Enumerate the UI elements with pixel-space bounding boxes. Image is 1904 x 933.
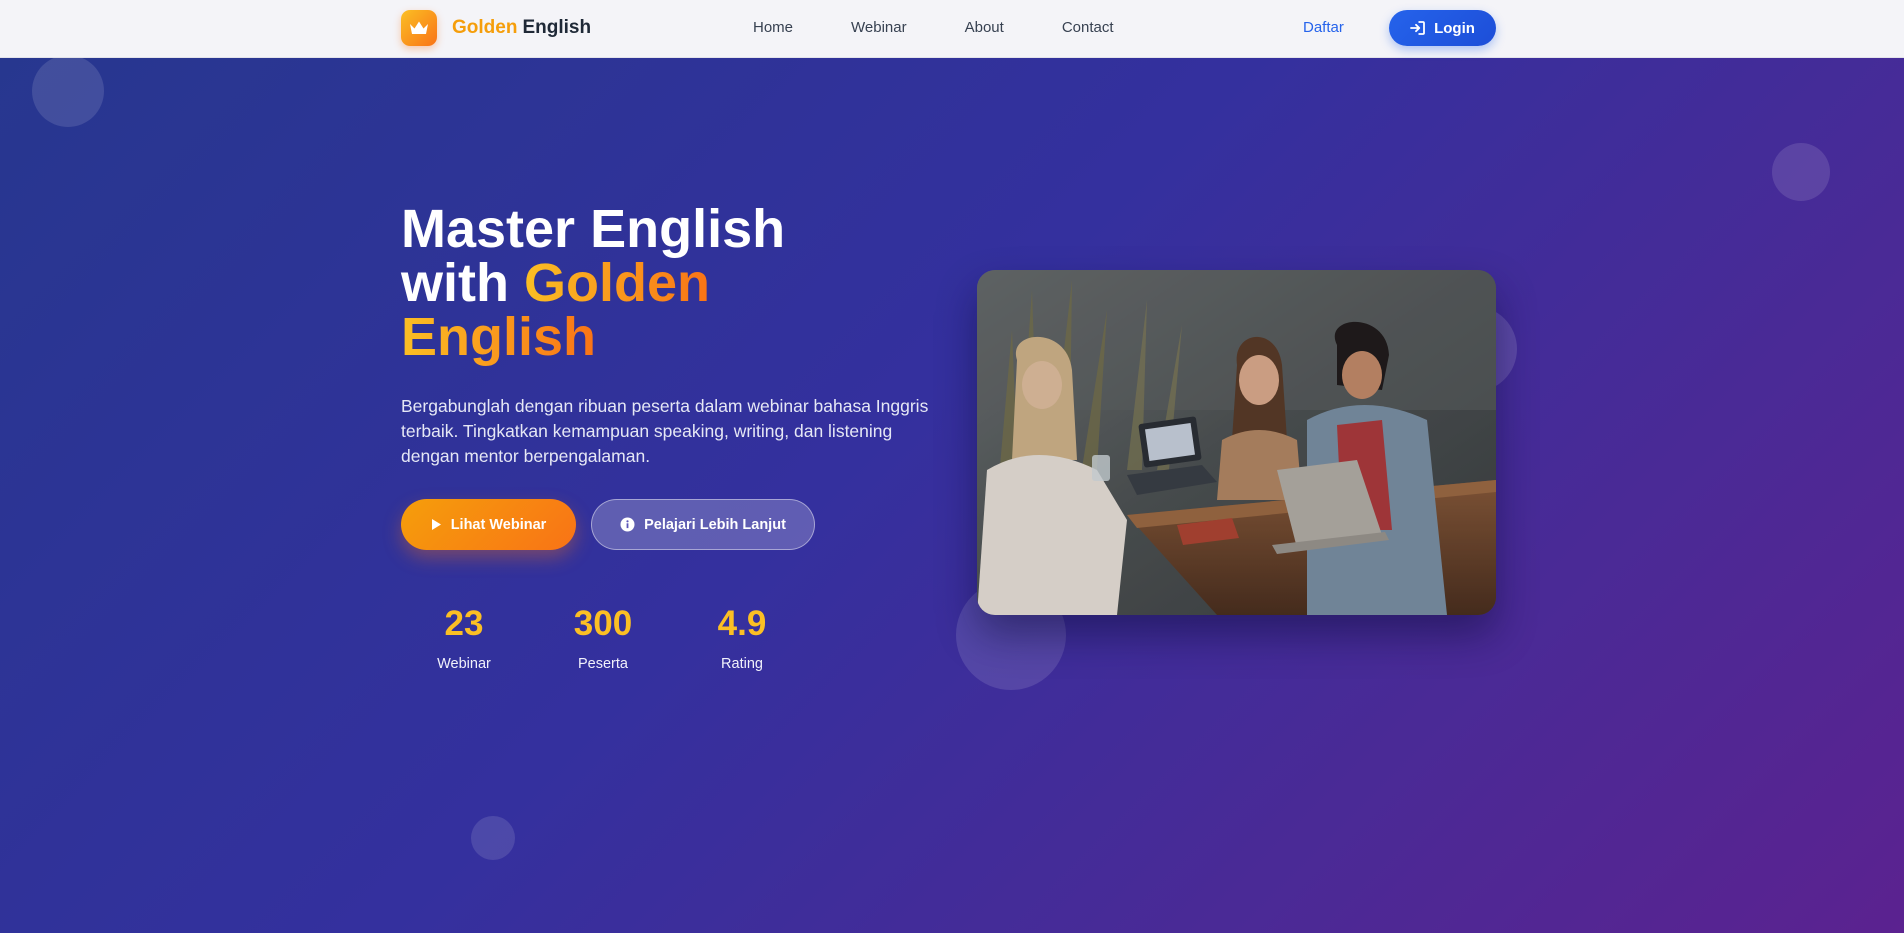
login-button-label: Login — [1434, 19, 1475, 37]
stat-label: Webinar — [437, 656, 491, 672]
nav-link-contact[interactable]: Contact — [1062, 19, 1114, 36]
stat-value: 23 — [444, 604, 484, 643]
nav-link-about[interactable]: About — [965, 19, 1004, 36]
hero-description: Bergabunglah dengan ribuan peserta dalam… — [401, 396, 929, 466]
stat-rating: 4.9 Rating — [682, 604, 802, 672]
info-circle-icon — [620, 517, 635, 532]
view-webinar-label: Lihat Webinar — [450, 516, 547, 533]
nav-link-webinar[interactable]: Webinar — [851, 19, 907, 36]
stat-label: Peserta — [578, 656, 628, 672]
stat-value: 300 — [573, 604, 633, 643]
login-button[interactable]: Login — [1389, 10, 1496, 46]
stat-peserta: 300 Peserta — [543, 604, 663, 672]
learn-more-label: Pelajari Lebih Lanjut — [644, 516, 786, 533]
view-webinar-button[interactable]: Lihat Webinar — [401, 499, 576, 550]
nav-link-home[interactable]: Home — [753, 19, 793, 36]
brand-word-golden: Golden — [452, 17, 518, 38]
stat-webinar: 23 Webinar — [404, 604, 524, 672]
brand[interactable]: Golden English — [401, 10, 591, 46]
stat-value: 4.9 — [717, 604, 767, 643]
crown-icon — [401, 10, 437, 46]
register-link[interactable]: Daftar — [1303, 19, 1344, 36]
navbar: Golden English Home Webinar About Contact… — [0, 0, 1904, 58]
hero-title: Master English with Golden English — [401, 202, 871, 364]
hero-title-golden: Golden — [524, 253, 710, 313]
nav-links: Home Webinar About Contact — [753, 19, 1172, 36]
hero-title-english: English — [401, 307, 597, 367]
decor-bubble — [32, 58, 104, 127]
play-icon — [431, 518, 442, 531]
decor-bubble — [471, 816, 515, 860]
brand-name: Golden English — [452, 17, 591, 39]
brand-word-english: English — [522, 17, 592, 38]
decor-bubble — [1772, 143, 1830, 201]
hero-title-line1: Master English — [401, 199, 786, 259]
students-photo — [977, 270, 1496, 615]
sign-in-icon — [1410, 21, 1425, 35]
hero-section — [0, 58, 1904, 933]
learn-more-button[interactable]: Pelajari Lebih Lanjut — [591, 499, 815, 550]
stat-label: Rating — [721, 656, 763, 672]
hero-title-with: with — [401, 253, 509, 313]
